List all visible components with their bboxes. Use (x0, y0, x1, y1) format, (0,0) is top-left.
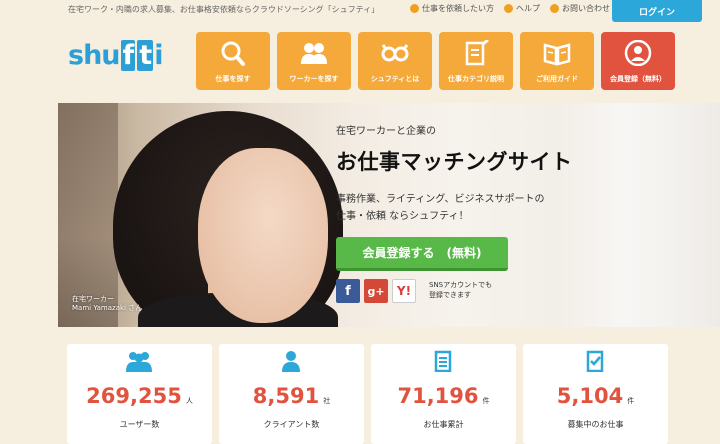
person-icon (624, 40, 652, 66)
logo-part-2: f (120, 40, 136, 71)
sns-note: SNSアカウントでも 登録できます (429, 280, 492, 300)
stat-total-jobs-value: 71,196 件 (371, 384, 516, 408)
stat-users-number: 269,255 (86, 384, 182, 408)
page: 在宅ワーク・内職の求人募集、お仕事格安依頼ならクラウドソーシング「シュフティ」 … (0, 0, 720, 444)
checklist-icon (586, 350, 604, 372)
nav-about-label: シュフティとは (370, 75, 420, 83)
stats-row: 269,255 人 ユーザー数 8,591 社 クライアント数 71,196 件 お仕… (67, 344, 668, 444)
sns-buttons: f g+ Y! (336, 279, 416, 303)
stat-open-jobs-caption: 募集中のお仕事 (567, 420, 624, 429)
contact-link[interactable]: お問い合わせ (550, 3, 610, 14)
stat-clients-value: 8,591 社 (219, 384, 364, 408)
nav-register[interactable]: 会員登録（無料） (601, 32, 675, 90)
hero-photo-face (198, 148, 328, 323)
nav-about[interactable]: シュフティとは (358, 32, 432, 90)
nav-find-work-label: 仕事を探す (215, 75, 251, 83)
stat-open-jobs: 5,104 件 募集中のお仕事 (523, 344, 668, 444)
stat-open-jobs-number: 5,104 (556, 384, 624, 408)
nav-guide-label: ご利用ガイド (536, 75, 578, 83)
owl-icon (381, 44, 409, 62)
users-icon (126, 352, 152, 372)
nav-find-workers-label: ワーカーを探す (289, 75, 339, 83)
login-button[interactable]: ログイン (612, 0, 702, 22)
sns-note-line-2: 登録できます (429, 291, 471, 299)
site-tagline: 在宅ワーク・内職の求人募集、お仕事格安依頼ならクラウドソーシング「シュフティ」 (68, 5, 380, 14)
top-links: 仕事を依頼したい方 ヘルプ お問い合わせ (410, 3, 610, 14)
google-plus-icon[interactable]: g+ (364, 279, 388, 303)
logo-part-3: t (137, 40, 154, 71)
help-icon (504, 4, 513, 13)
hero-background-shelf (58, 103, 118, 327)
yahoo-icon[interactable]: Y! (392, 279, 416, 303)
users-icon (301, 43, 327, 64)
stat-users-unit: 人 (185, 397, 193, 405)
logo-part-4: i (154, 40, 163, 71)
stat-users-caption: ユーザー数 (119, 420, 160, 429)
logo-part-1: shu (68, 40, 121, 71)
nav-categories-label: 仕事カテゴリ説明 (448, 75, 504, 83)
hero-pretitle: 在宅ワーカーと企業の (336, 126, 436, 137)
nav-find-workers[interactable]: ワーカーを探す (277, 32, 351, 90)
hero-description: 事務作業、ライティング、ビジネスサポートの 仕事・依頼 ならシュフティ！ (336, 191, 545, 225)
arrow-circle-icon (410, 4, 419, 13)
photo-credit-name: Mami Yamazaki さん (72, 304, 143, 312)
nav-categories[interactable]: 仕事カテゴリ説明 (439, 32, 513, 90)
stat-clients: 8,591 社 クライアント数 (219, 344, 364, 444)
document-pen-icon (465, 40, 489, 66)
nav-find-work[interactable]: 仕事を探す (196, 32, 270, 90)
contact-label: お問い合わせ (562, 4, 610, 13)
stat-clients-unit: 社 (323, 397, 331, 405)
shufti-logo[interactable]: shu f t i (68, 40, 163, 71)
stat-open-jobs-value: 5,104 件 (523, 384, 668, 408)
main-nav: 仕事を探す ワーカーを探す シュフティとは 仕事カテゴリ説明 ご利用ガイド 会員… (196, 32, 675, 90)
stat-total-jobs-caption: お仕事累計 (423, 420, 464, 429)
request-work-link[interactable]: 仕事を依頼したい方 (410, 3, 494, 14)
hero-headline: お仕事マッチングサイト (336, 150, 573, 174)
nav-guide[interactable]: ご利用ガイド (520, 32, 594, 90)
photo-credit: 在宅ワーカー Mami Yamazaki さん (72, 295, 142, 313)
photo-credit-role: 在宅ワーカー (72, 295, 114, 303)
sns-note-line-1: SNSアカウントでも (429, 281, 493, 289)
stat-open-jobs-unit: 件 (627, 397, 635, 405)
signup-button[interactable]: 会員登録する (無料) (336, 237, 508, 271)
stat-total-jobs-unit: 件 (482, 397, 490, 405)
stat-users: 269,255 人 ユーザー数 (67, 344, 212, 444)
stat-total-jobs: 71,196 件 お仕事累計 (371, 344, 516, 444)
facebook-icon[interactable]: f (336, 279, 360, 303)
nav-register-label: 会員登録（無料） (610, 75, 666, 83)
stat-clients-caption: クライアント数 (263, 420, 320, 429)
book-icon (543, 43, 571, 66)
search-icon (221, 41, 245, 66)
stat-clients-number: 8,591 (252, 384, 320, 408)
mail-icon (550, 4, 559, 13)
request-work-label: 仕事を依頼したい方 (422, 4, 494, 13)
stat-total-jobs-number: 71,196 (397, 384, 479, 408)
top-bar: 在宅ワーク・内職の求人募集、お仕事格安依頼ならクラウドソーシング「シュフティ」 … (0, 0, 720, 22)
hero-background-window (558, 103, 720, 327)
stat-users-value: 269,255 人 (67, 384, 212, 408)
clipboard-icon (434, 350, 452, 372)
hero-description-line-1: 事務作業、ライティング、ビジネスサポートの (336, 194, 545, 205)
help-label: ヘルプ (516, 4, 540, 13)
hero-description-line-2: 仕事・依頼 ならシュフティ！ (336, 211, 469, 222)
person-icon (282, 351, 300, 372)
help-link[interactable]: ヘルプ (504, 3, 540, 14)
